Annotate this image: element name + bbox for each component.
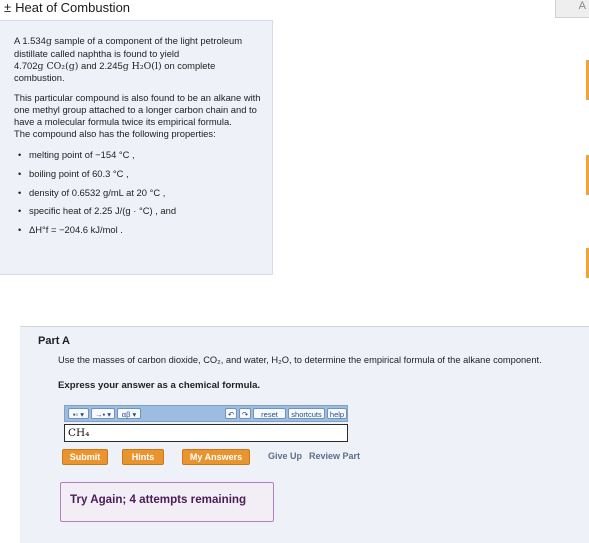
property-melting-point: melting point of −154 °C ,	[14, 149, 262, 161]
hints-button[interactable]: Hints	[122, 449, 164, 465]
problem-intro-panel: A 1.534g sample of a component of the li…	[0, 20, 273, 275]
submit-button[interactable]: Submit	[62, 449, 108, 465]
question-text: Use the masses of carbon dioxide, CO₂, a…	[58, 355, 542, 365]
property-density: density of 0.6532 g/mL at 20 °C ,	[14, 187, 262, 199]
arrows-menu-button[interactable]: →▪ ▾	[91, 408, 115, 419]
editor-toolbar: ▪▫ ▾ →▪ ▾ αβ ▾ ↶ ↷ reset shortcuts help	[64, 405, 348, 422]
shortcuts-button[interactable]: shortcuts	[288, 408, 325, 419]
feedback-box: Try Again; 4 attempts remaining	[60, 482, 274, 522]
answer-editor: ▪▫ ▾ →▪ ▾ αβ ▾ ↶ ↷ reset shortcuts help …	[64, 405, 348, 442]
property-boiling-point: boiling point of 60.3 °C ,	[14, 168, 262, 180]
greek-menu-button[interactable]: αβ ▾	[117, 408, 141, 419]
answer-input[interactable]: CH₄	[64, 424, 348, 442]
properties-list: melting point of −154 °C , boiling point…	[14, 149, 262, 235]
top-right-button-label: A	[578, 0, 586, 12]
templates-menu-button[interactable]: ▪▫ ▾	[68, 408, 89, 419]
property-enthalpy: ΔH°f = −204.6 kJ/mol .	[14, 224, 262, 236]
help-button[interactable]: help	[327, 408, 347, 419]
intro-paragraph-2: This particular compound is also found t…	[14, 92, 261, 127]
review-part-link[interactable]: Review Part	[309, 451, 360, 461]
property-specific-heat: specific heat of 2.25 J/(g · °C) , and	[14, 205, 262, 217]
intro-paragraph-3: The compound also has the following prop…	[14, 127, 216, 139]
module-title[interactable]: ± Heat of Combustion	[4, 0, 130, 15]
reset-button[interactable]: reset	[253, 408, 286, 419]
intro-paragraph-1: A 1.534g sample of a component of the li…	[14, 35, 243, 84]
answer-instruction: Express your answer as a chemical formul…	[58, 380, 261, 391]
top-right-button[interactable]: A	[555, 0, 589, 18]
undo-icon[interactable]: ↶	[225, 408, 237, 419]
part-a-panel: Part A Use the masses of carbon dioxide,…	[20, 326, 589, 543]
part-label: Part A	[38, 335, 70, 347]
redo-icon[interactable]: ↷	[239, 408, 251, 419]
give-up-link[interactable]: Give Up	[268, 451, 302, 461]
my-answers-button[interactable]: My Answers	[182, 449, 250, 465]
expand-icon[interactable]: ±	[4, 0, 11, 15]
module-title-text: Heat of Combustion	[15, 0, 131, 15]
